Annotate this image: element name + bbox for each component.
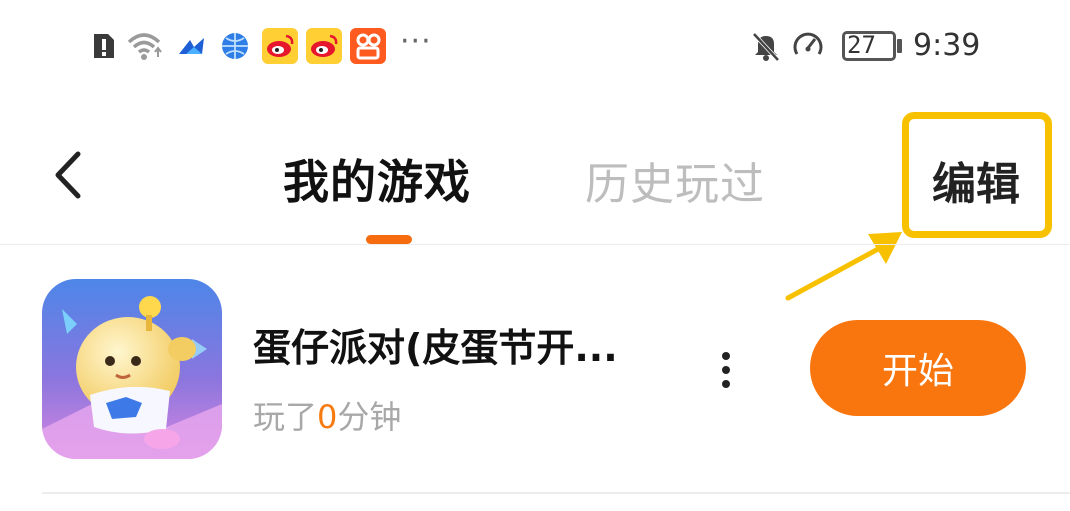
video-app-icon [350,28,386,64]
clock: 9:39 [913,28,981,63]
play-time-minutes: 0 [317,398,338,436]
more-options-icon[interactable] [718,350,734,390]
app-arrow-icon [179,38,204,54]
weibo-icon [306,28,342,64]
tab-my-games[interactable]: 我的游戏 [283,146,471,212]
highlight-box [902,112,1052,238]
play-time: 玩了0分钟 [253,392,401,438]
battery-cap [897,39,902,53]
game-app-icon[interactable] [42,279,222,459]
weibo-icon [262,28,298,64]
play-time-prefix: 玩了 [253,398,318,436]
back-button[interactable] [48,150,88,200]
header-divider [0,244,1070,245]
game-title: 蛋仔派对(皮蛋节开... [253,326,618,370]
annotation-arrow [785,232,902,301]
tab-history-played[interactable]: 历史玩过 [585,148,765,212]
alert-icon [94,34,114,58]
active-tab-indicator [366,235,412,244]
battery-icon: 27 [842,31,896,61]
list-divider [42,492,1070,494]
globe-icon [222,33,248,59]
start-game-button[interactable]: 开始 [810,320,1026,416]
speed-icon [793,32,823,55]
play-time-suffix: 分钟 [337,398,402,436]
wifi-icon [127,33,162,60]
mute-icon [752,32,780,62]
more-notifications-indicator: ··· [400,24,432,59]
battery-level: 27 [847,31,876,59]
